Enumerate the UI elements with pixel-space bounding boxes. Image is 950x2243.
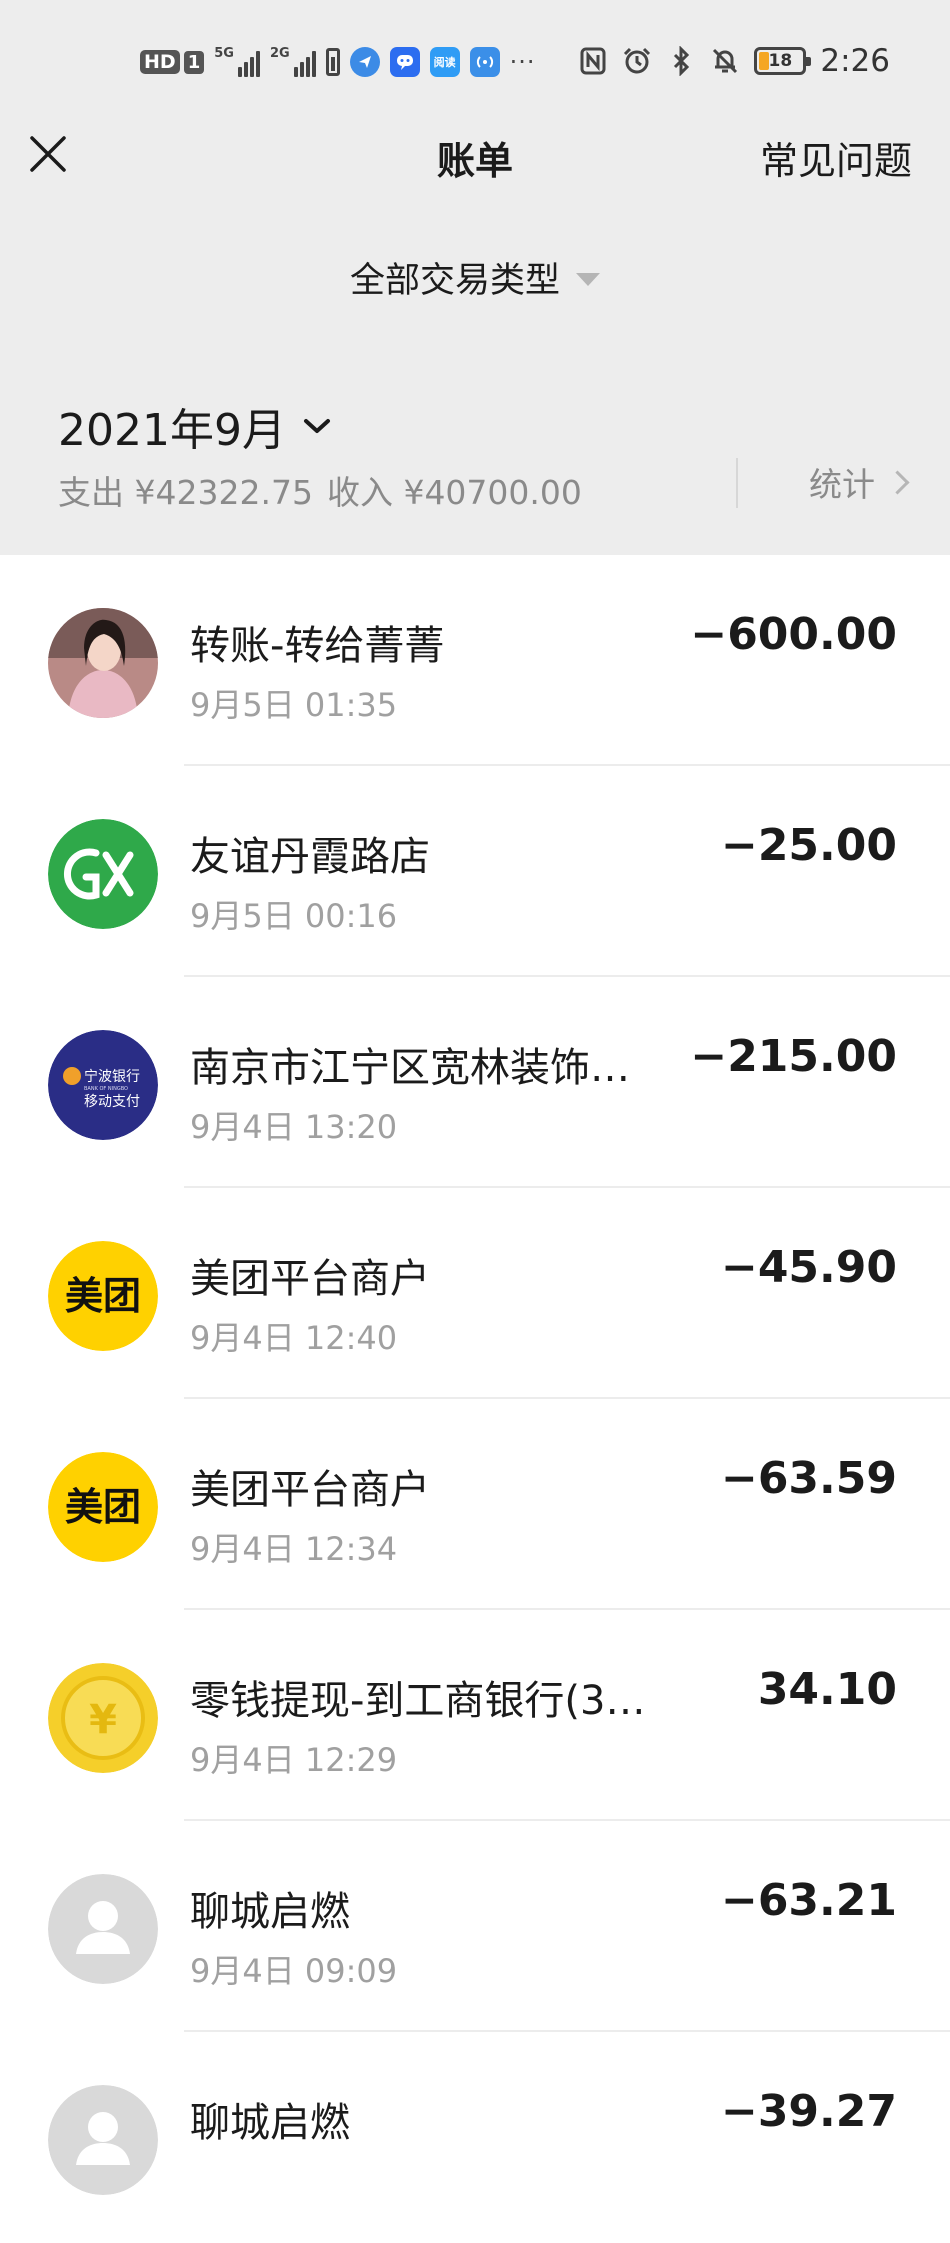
chevron-down-icon bbox=[303, 419, 330, 433]
person-photo-avatar bbox=[48, 608, 158, 718]
transaction-amount: −63.21 bbox=[720, 1875, 897, 1926]
transaction-time: 9月4日 09:09 bbox=[190, 1952, 398, 1990]
filter-label: 全部交易类型 bbox=[349, 261, 560, 301]
transaction-time: 9月5日 01:35 bbox=[190, 686, 398, 724]
transaction-amount: −39.27 bbox=[720, 2086, 897, 2137]
transaction-time: 9月4日 12:40 bbox=[190, 1319, 398, 1357]
default-user-avatar bbox=[48, 1874, 158, 1984]
transaction-row[interactable]: 转账-转给菁菁 9月5日 01:35 −600.00 bbox=[0, 555, 950, 766]
transaction-row[interactable]: 宁波银行 BANK OF NINGBO 移动支付 南京市江宁区宽林装饰… 9月4… bbox=[0, 977, 950, 1188]
meituan-logo-text: 美团 bbox=[65, 1485, 141, 1529]
meituan-logo-avatar: 美团 bbox=[48, 1241, 158, 1351]
transaction-amount: −600.00 bbox=[690, 609, 897, 660]
battery-icon: 18 bbox=[754, 47, 812, 75]
transaction-row[interactable]: 聊城启燃 9月4日 09:09 −63.21 bbox=[0, 1821, 950, 2032]
transaction-list: 转账-转给菁菁 9月5日 01:35 −600.00 友谊丹霞路店 9月5日 0… bbox=[0, 555, 950, 2243]
summary-divider bbox=[736, 458, 738, 508]
nav-bar: 账单 常见问题 bbox=[0, 112, 950, 202]
transaction-row[interactable]: 美团 美团平台商户 9月4日 12:34 −63.59 bbox=[0, 1399, 950, 1610]
transaction-time: 9月4日 12:29 bbox=[190, 1741, 398, 1779]
hd-badge: HD bbox=[140, 50, 180, 74]
sim-badge: 1 bbox=[183, 50, 205, 74]
transaction-type-filter[interactable]: 全部交易类型 bbox=[0, 252, 950, 303]
signal-2g-icon: 2G bbox=[270, 47, 316, 77]
transaction-amount: −63.59 bbox=[720, 1453, 897, 1504]
stats-label: 统计 bbox=[809, 465, 875, 504]
month-summary: 支出 ¥42322.75 收入 ¥40700.00 bbox=[58, 466, 596, 514]
wifi-signal-app-icon bbox=[469, 47, 500, 77]
reading-app-icon: 阅读 bbox=[429, 47, 460, 77]
dropdown-triangle-icon bbox=[576, 273, 600, 286]
transaction-time: 9月4日 12:34 bbox=[190, 1530, 398, 1568]
nfc-icon bbox=[580, 47, 606, 75]
transaction-amount: 34.10 bbox=[757, 1664, 897, 1715]
chat-app-icon bbox=[389, 47, 420, 77]
battery-level: 18 bbox=[768, 51, 793, 71]
transaction-title: 聊城启燃 bbox=[190, 1889, 350, 1935]
store-logo-avatar bbox=[48, 819, 158, 929]
mute-bell-icon bbox=[713, 48, 738, 74]
transaction-title: 聊城启燃 bbox=[190, 2100, 350, 2146]
transaction-title: 美团平台商户 bbox=[190, 1467, 430, 1513]
income-total: 收入 ¥40700.00 bbox=[326, 473, 582, 512]
transaction-title: 转账-转给菁菁 bbox=[190, 623, 445, 669]
transaction-row[interactable]: 美团 美团平台商户 9月4日 12:40 −45.90 bbox=[0, 1188, 950, 1399]
transaction-title: 友谊丹霞路店 bbox=[190, 834, 430, 880]
chevron-right-icon bbox=[885, 469, 910, 495]
small-battery-icon bbox=[325, 48, 340, 76]
transaction-amount: −45.90 bbox=[720, 1242, 897, 1293]
transaction-amount: −215.00 bbox=[690, 1031, 897, 1082]
transaction-row[interactable]: 友谊丹霞路店 9月5日 00:16 −25.00 bbox=[0, 766, 950, 977]
expense-total: 支出 ¥42322.75 bbox=[58, 473, 313, 512]
bluetooth-icon bbox=[674, 46, 690, 76]
transaction-title: 零钱提现-到工商银行(3… bbox=[190, 1678, 646, 1724]
status-right: 18 2:26 bbox=[578, 38, 890, 84]
stats-button[interactable]: 统计 bbox=[809, 458, 910, 506]
transaction-time: 9月4日 13:20 bbox=[190, 1108, 398, 1146]
month-selector[interactable]: 2021年9月 bbox=[58, 394, 332, 458]
bank-pay-text: 移动支付 bbox=[84, 1094, 140, 1110]
bank-english-text: BANK OF NINGBO bbox=[84, 1086, 128, 1092]
month-label: 2021年9月 bbox=[58, 405, 286, 456]
bank-logo-avatar: 宁波银行 BANK OF NINGBO 移动支付 bbox=[48, 1030, 158, 1140]
status-left: HD 1 5G 2G 阅读 ··· bbox=[140, 40, 536, 84]
transaction-row[interactable]: ¥ 零钱提现-到工商银行(3… 9月4日 12:29 34.10 bbox=[0, 1610, 950, 1821]
coin-icon: ¥ bbox=[48, 1663, 158, 1773]
more-notifications-icon: ··· bbox=[509, 48, 536, 76]
coin-symbol: ¥ bbox=[89, 1697, 117, 1743]
alarm-icon bbox=[624, 47, 651, 74]
transaction-amount: −25.00 bbox=[720, 820, 897, 871]
signal-5g-icon: 5G bbox=[214, 47, 260, 77]
faq-button[interactable]: 常见问题 bbox=[760, 130, 912, 185]
meituan-logo-avatar: 美团 bbox=[48, 1452, 158, 1562]
status-bar: HD 1 5G 2G 阅读 ··· 18 2:26 bbox=[0, 0, 950, 120]
transaction-row[interactable]: 聊城启燃 −39.27 bbox=[0, 2032, 950, 2243]
transaction-title: 南京市江宁区宽林装饰… bbox=[190, 1045, 630, 1091]
vpn-app-icon bbox=[349, 47, 380, 77]
meituan-logo-text: 美团 bbox=[65, 1274, 141, 1318]
transaction-title: 美团平台商户 bbox=[190, 1256, 430, 1302]
clock: 2:26 bbox=[820, 43, 890, 79]
transaction-time: 9月5日 00:16 bbox=[190, 897, 398, 935]
bank-name-text: 宁波银行 bbox=[84, 1068, 140, 1085]
default-user-avatar bbox=[48, 2085, 158, 2195]
